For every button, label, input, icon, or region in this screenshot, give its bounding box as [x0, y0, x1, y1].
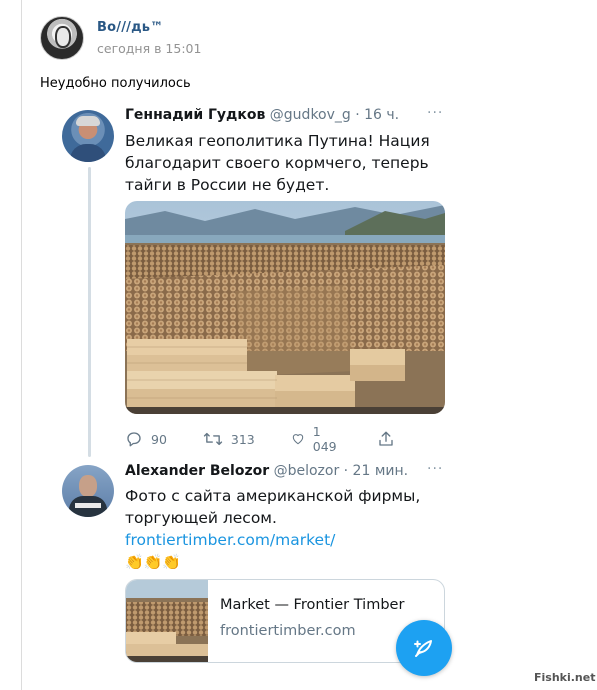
retweet-icon	[203, 432, 223, 446]
tweet1-header: Геннадий Гудков @gudkov_g · 16 ч.	[125, 107, 399, 123]
tweet2-header: Alexander Belozor @belozor · 21 мин.	[125, 463, 408, 479]
post-timestamp[interactable]: сегодня в 15:01	[97, 41, 201, 56]
tweet1-photo-lumber-yard[interactable]	[125, 201, 445, 414]
like-button[interactable]: 1 049	[291, 424, 341, 454]
share-button[interactable]	[377, 430, 403, 448]
tweet1-handle-time: @gudkov_g · 16 ч.	[269, 107, 400, 123]
link-preview-thumbnail	[126, 580, 208, 662]
tweet2-author-name[interactable]: Alexander Belozor	[125, 463, 269, 479]
tweet1-text-line: благодарит своего кормчего, теперь	[125, 154, 429, 172]
like-icon	[292, 434, 303, 445]
post-author-name[interactable]: Во///дь™	[97, 20, 201, 35]
retweet-button[interactable]: 313	[203, 430, 255, 448]
retweet-count: 313	[230, 431, 255, 447]
share-icon	[378, 431, 393, 446]
post-meta: Во///дь™ сегодня в 15:01	[97, 20, 201, 56]
compose-tweet-button[interactable]	[396, 620, 452, 676]
tweet2-handle-time: @belozor · 21 мин.	[273, 463, 409, 479]
reply-button[interactable]: 90	[125, 430, 167, 448]
tweet1-text: Великая геополитика Путина! Нация благод…	[125, 130, 430, 196]
clapping-hands-emoji: 👏👏👏	[125, 553, 182, 571]
reply-icon	[127, 432, 141, 447]
link-preview-domain: frontiertimber.com	[220, 623, 356, 639]
tweet1-actions: 90 313 1 049	[125, 424, 415, 454]
link-preview-title: Market — Frontier Timber	[220, 597, 405, 613]
tweet2-avatar[interactable]	[62, 465, 114, 517]
author-avatar[interactable]	[40, 16, 84, 60]
tweet2-text-line: Фото с сайта американской фирмы,	[125, 487, 421, 505]
tweet1-text-line: тайги в России не будет.	[125, 176, 330, 194]
compose-icon	[414, 640, 432, 657]
site-watermark: Fishki.net	[534, 671, 596, 684]
thread-divider-line	[21, 0, 22, 690]
like-count: 1 049	[312, 424, 337, 454]
tweet2-text: Фото с сайта американской фирмы, торгующ…	[125, 485, 420, 573]
reply-count: 90	[151, 431, 167, 447]
tweet1-more-icon[interactable]: ···	[427, 105, 443, 121]
tweet2-text-line: торгующей лесом.	[125, 509, 277, 527]
tweet2-link[interactable]: frontiertimber.com/market/	[125, 529, 420, 551]
post-text: Неудобно получилось	[40, 76, 191, 91]
tweet2-more-icon[interactable]: ···	[427, 461, 443, 477]
post-header: Во///дь™ сегодня в 15:01	[40, 16, 201, 60]
tweet1-text-line: Великая геополитика Путина! Нация	[125, 132, 430, 150]
tweet1-author-name[interactable]: Геннадий Гудков	[125, 107, 265, 123]
tweet-thread-line	[88, 167, 91, 457]
tweet1-avatar[interactable]	[62, 110, 114, 162]
